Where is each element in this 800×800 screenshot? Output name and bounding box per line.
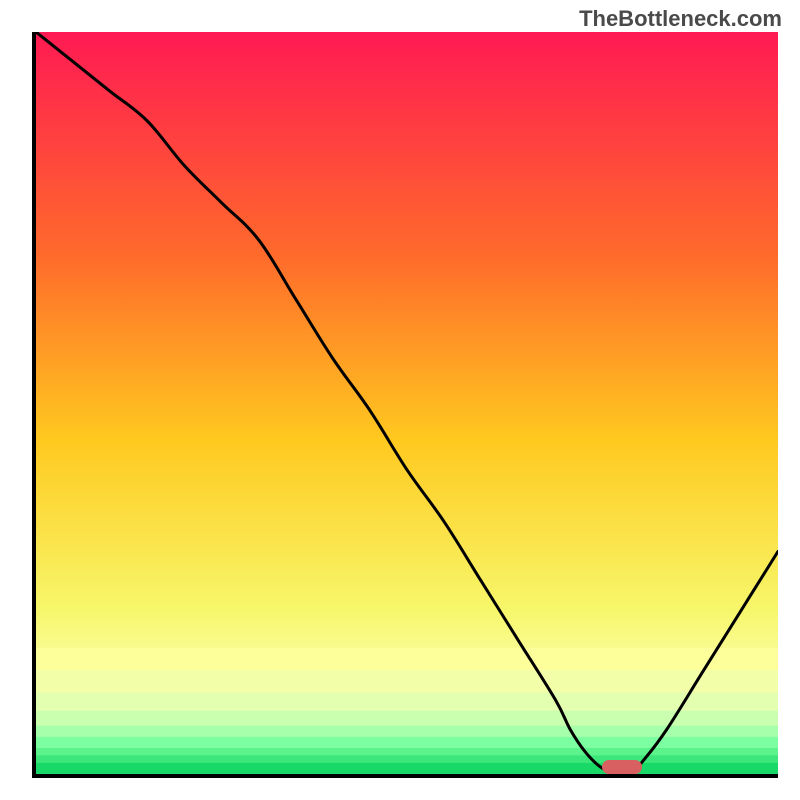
- plot-area: [32, 32, 778, 778]
- chart-container: TheBottleneck.com: [0, 0, 800, 800]
- watermark-text: TheBottleneck.com: [579, 6, 782, 32]
- bottleneck-curve: [36, 32, 778, 774]
- optimal-marker: [602, 760, 642, 774]
